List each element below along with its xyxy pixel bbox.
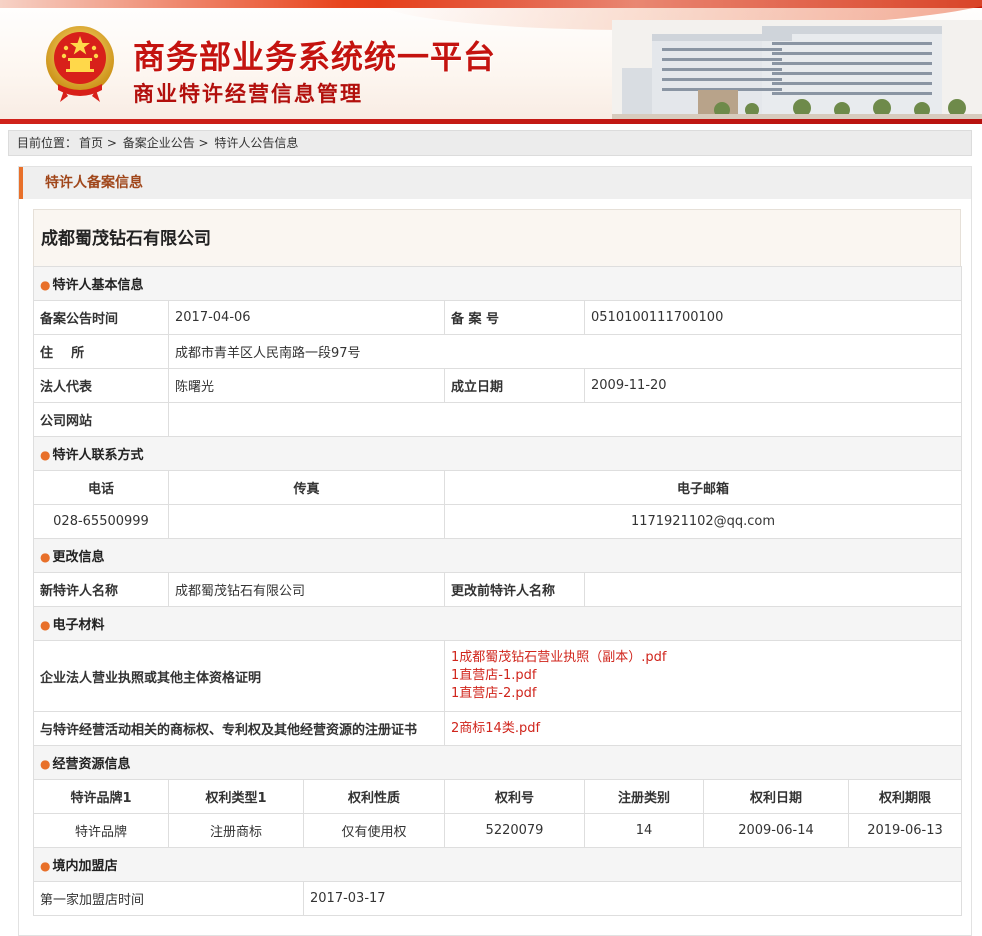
column-header: 注册类别 xyxy=(584,779,704,814)
breadcrumb-separator: > xyxy=(103,136,121,150)
bullet-icon: ● xyxy=(40,618,51,632)
section-title: 境内加盟店 xyxy=(52,859,118,874)
table-cell: 注册商标 xyxy=(168,813,304,848)
section-header-change: ● 更改信息 xyxy=(32,538,963,573)
breadcrumb-filed-companies-link[interactable]: 备案企业公告 xyxy=(123,136,195,150)
banner-bottom-line xyxy=(0,119,982,124)
record-no-label: 备 案 号 xyxy=(444,300,585,335)
record-no-value: 0510100111700100 xyxy=(583,300,963,335)
table-row: 新特许人名称 成都蜀茂钻石有限公司 更改前特许人名称 xyxy=(33,572,963,607)
website-label: 公司网站 xyxy=(33,402,169,437)
fax-header: 传真 xyxy=(168,470,445,505)
column-header: 特许品牌1 xyxy=(33,779,169,814)
table-row: 028-65500999 1171921102@qq.com xyxy=(33,504,963,539)
license-files: 1成都蜀茂钻石营业执照（副本）.pdf 1直营店-1.pdf 1直营店-2.pd… xyxy=(443,640,963,712)
bullet-icon: ● xyxy=(40,448,51,462)
table-cell: 2009-06-14 xyxy=(703,813,849,848)
website-value xyxy=(167,402,963,437)
phone-header: 电话 xyxy=(33,470,169,505)
record-table: ● 特许人基本信息 备案公告时间 2017-04-06 备 案 号 0510100… xyxy=(32,266,963,916)
column-header: 权利类型1 xyxy=(168,779,304,814)
section-title: 特许人联系方式 xyxy=(52,448,144,463)
bullet-icon: ● xyxy=(40,757,51,771)
trademark-files: 2商标14类.pdf xyxy=(443,711,963,746)
trademark-label: 与特许经营活动相关的商标权、专利权及其他经营资源的注册证书 xyxy=(33,711,445,746)
file-link[interactable]: 1直营店-2.pdf xyxy=(451,685,955,703)
announce-date-value: 2017-04-06 xyxy=(168,300,445,335)
legal-rep-value: 陈曙光 xyxy=(168,368,445,403)
table-row: 特许品牌 注册商标 仅有使用权 5220079 14 2009-06-14 20… xyxy=(33,813,963,848)
column-header: 权利期限 xyxy=(847,779,963,814)
column-header: 权利日期 xyxy=(703,779,849,814)
address-value: 成都市青羊区人民南路一段97号 xyxy=(167,334,963,369)
founded-label: 成立日期 xyxy=(444,368,585,403)
bullet-icon: ● xyxy=(40,859,51,873)
old-name-value xyxy=(583,572,963,607)
section-title: 电子材料 xyxy=(52,618,105,633)
section-header-stores: ● 境内加盟店 xyxy=(32,847,963,882)
section-header-resources: ● 经营资源信息 xyxy=(32,745,963,780)
bullet-icon: ● xyxy=(40,550,51,564)
license-label: 企业法人营业执照或其他主体资格证明 xyxy=(33,640,445,712)
site-subtitle: 商业特许经营信息管理 xyxy=(133,82,363,106)
table-row: 公司网站 xyxy=(33,402,963,437)
table-cell: 特许品牌 xyxy=(33,813,169,848)
legal-rep-label: 法人代表 xyxy=(33,368,169,403)
email-value: 1171921102@qq.com xyxy=(443,504,963,539)
section-title: 经营资源信息 xyxy=(52,757,131,772)
new-name-label: 新特许人名称 xyxy=(33,572,169,607)
breadcrumb-home-link[interactable]: 首页 xyxy=(79,136,103,150)
column-header: 权利号 xyxy=(444,779,585,814)
first-store-value: 2017-03-17 xyxy=(302,881,963,916)
breadcrumb-current: 特许人公告信息 xyxy=(214,136,299,150)
breadcrumb-prefix: 目前位置： xyxy=(17,136,78,150)
file-link[interactable]: 1成都蜀茂钻石营业执照（副本）.pdf xyxy=(451,649,955,667)
founded-value: 2009-11-20 xyxy=(583,368,963,403)
section-title: 特许人基本信息 xyxy=(52,278,144,293)
table-header-row: 特许品牌1 权利类型1 权利性质 权利号 注册类别 权利日期 权利期限 xyxy=(33,779,963,814)
table-row: 第一家加盟店时间 2017-03-17 xyxy=(33,881,963,916)
section-header-materials: ● 电子材料 xyxy=(32,606,963,641)
bullet-icon: ● xyxy=(40,278,51,292)
table-row: 备案公告时间 2017-04-06 备 案 号 0510100111700100 xyxy=(33,300,963,335)
company-name: 成都蜀茂钻石有限公司 xyxy=(33,209,961,267)
table-row: 住 所 成都市青羊区人民南路一段97号 xyxy=(33,334,963,369)
old-name-label: 更改前特许人名称 xyxy=(444,572,585,607)
panel-title: 特许人备案信息 xyxy=(19,167,971,199)
first-store-label: 第一家加盟店时间 xyxy=(33,881,304,916)
fax-value xyxy=(168,504,445,539)
ministry-building-image xyxy=(612,20,982,120)
table-cell: 5220079 xyxy=(444,813,585,848)
section-header-contact: ● 特许人联系方式 xyxy=(32,436,963,471)
section-header-basic-info: ● 特许人基本信息 xyxy=(32,266,963,301)
file-link[interactable]: 1直营店-1.pdf xyxy=(451,667,955,685)
table-row: 与特许经营活动相关的商标权、专利权及其他经营资源的注册证书 2商标14类.pdf xyxy=(33,711,963,746)
breadcrumb-separator: > xyxy=(194,136,213,150)
header-banner: 商务部业务系统统一平台 商业特许经营信息管理 xyxy=(0,0,982,124)
phone-value: 028-65500999 xyxy=(33,504,169,539)
table-row: 法人代表 陈曙光 成立日期 2009-11-20 xyxy=(33,368,963,403)
table-cell: 仅有使用权 xyxy=(303,813,445,848)
table-row: 企业法人营业执照或其他主体资格证明 1成都蜀茂钻石营业执照（副本）.pdf 1直… xyxy=(33,640,963,712)
section-title: 更改信息 xyxy=(52,550,105,565)
column-header: 权利性质 xyxy=(303,779,445,814)
announce-date-label: 备案公告时间 xyxy=(33,300,169,335)
table-cell: 2019-06-13 xyxy=(847,813,963,848)
record-panel: 特许人备案信息 成都蜀茂钻石有限公司 ● 特许人基本信息 备案公告时间 2017-… xyxy=(18,166,972,936)
file-link[interactable]: 2商标14类.pdf xyxy=(451,720,955,738)
national-emblem-icon xyxy=(46,26,114,102)
new-name-value: 成都蜀茂钻石有限公司 xyxy=(168,572,445,607)
table-cell: 14 xyxy=(584,813,704,848)
site-title: 商务部业务系统统一平台 xyxy=(133,38,497,76)
email-header: 电子邮箱 xyxy=(443,470,963,505)
breadcrumb: 目前位置： 首页 > 备案企业公告 > 特许人公告信息 xyxy=(8,130,972,156)
table-row: 电话 传真 电子邮箱 xyxy=(33,470,963,505)
address-label: 住 所 xyxy=(33,334,169,369)
